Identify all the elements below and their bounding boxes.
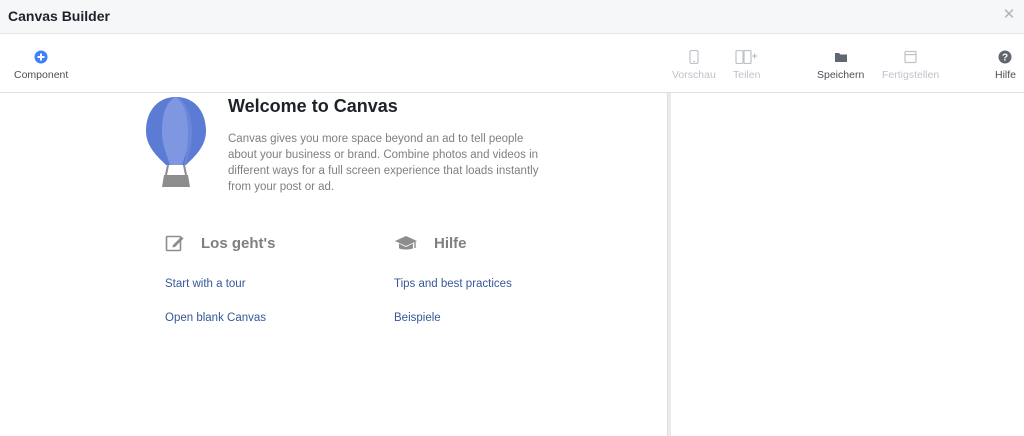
finish-button[interactable]: Fertigstellen: [882, 50, 939, 81]
edit-icon: [165, 235, 184, 252]
get-started-label: Los geht's: [201, 234, 276, 252]
add-circle-icon: [34, 50, 48, 64]
component-button[interactable]: Component: [14, 50, 68, 81]
svg-text:?: ?: [1002, 53, 1008, 64]
graduation-cap-icon: [395, 236, 417, 250]
folder-icon: [834, 53, 847, 62]
help-heading: Hilfe: [394, 233, 467, 253]
preview-label: Vorschau: [672, 69, 716, 81]
share-label: Teilen: [733, 69, 761, 81]
preview-button[interactable]: Vorschau: [672, 50, 716, 81]
examples-link[interactable]: Beispiele: [394, 312, 441, 324]
window-titlebar: Canvas Builder ✕: [0, 0, 1024, 34]
help-label: Hilfe: [994, 69, 1016, 81]
save-label: Speichern: [817, 69, 865, 81]
share-device-icon: [735, 50, 757, 64]
share-button[interactable]: Teilen: [733, 50, 760, 81]
close-icon[interactable]: ✕: [1002, 7, 1016, 22]
tips-best-practices-link[interactable]: Tips and best practices: [394, 278, 512, 290]
welcome-title: Welcome to Canvas: [228, 96, 398, 116]
phone-icon: [689, 50, 699, 64]
save-button[interactable]: Speichern: [817, 50, 864, 81]
preview-panel: [671, 93, 1024, 436]
open-blank-canvas-link[interactable]: Open blank Canvas: [165, 312, 266, 324]
publish-window-icon: [904, 50, 917, 64]
component-label: Component: [14, 69, 69, 81]
welcome-description: Canvas gives you more space beyond an ad…: [228, 133, 539, 193]
help-section-label: Hilfe: [434, 234, 467, 252]
window-title: Canvas Builder: [8, 8, 110, 24]
toolbar: Component Vorschau Teilen Speichern Fert…: [0, 34, 1024, 93]
question-icon: ?: [998, 50, 1012, 64]
start-tour-link[interactable]: Start with a tour: [165, 278, 246, 290]
finish-label: Fertigstellen: [882, 69, 940, 81]
help-button[interactable]: ? Hilfe: [995, 50, 1016, 81]
balloon-icon: [146, 97, 206, 187]
get-started-heading: Los geht's: [165, 233, 275, 253]
